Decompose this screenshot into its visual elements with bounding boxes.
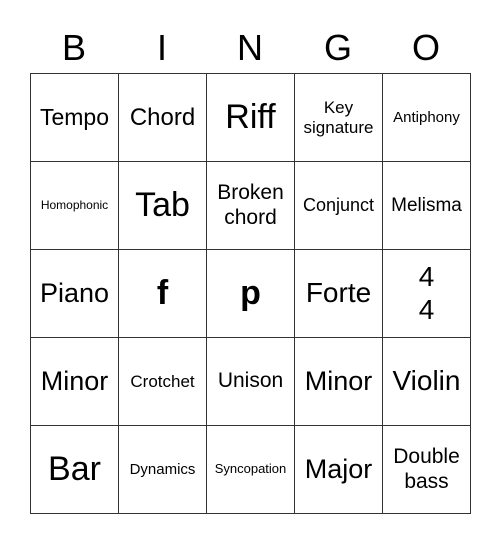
cell-text: Violin: [392, 365, 461, 397]
cell-text: Forte: [305, 277, 372, 309]
bingo-cell: Antiphony: [383, 74, 471, 162]
bingo-cell: Melisma: [383, 162, 471, 250]
cell-text: Minor: [304, 365, 373, 396]
cell-text: Key signature: [303, 97, 374, 137]
cell-text: Double bass: [393, 445, 460, 493]
cell-text: Syncopation: [214, 461, 287, 477]
bingo-cell: Piano: [31, 250, 119, 338]
header-letter: B: [61, 27, 86, 68]
cell-text: Conjunct: [302, 195, 375, 216]
cell-text: 4 4: [418, 261, 435, 325]
bingo-cell: Tab: [119, 162, 207, 250]
bingo-cell: Bar: [31, 426, 119, 514]
header-letter: G: [323, 27, 352, 68]
cell-text: Chord: [129, 103, 196, 131]
cell-text: Antiphony: [393, 108, 460, 126]
cell-text: Piano: [39, 277, 110, 308]
cell-text: Unison: [217, 369, 284, 393]
bingo-cell: Violin: [383, 338, 471, 426]
cell-text: Tab: [135, 185, 190, 224]
cell-text: Homophonic: [40, 197, 109, 212]
cell-text: Bar: [48, 449, 101, 488]
bingo-cell: Minor: [295, 338, 383, 426]
header-letter: N: [237, 27, 263, 68]
bingo-cell: Syncopation: [207, 426, 295, 514]
cell-text: Major: [304, 453, 373, 484]
header-letter: I: [156, 27, 167, 68]
header-letter: O: [411, 27, 440, 68]
bingo-cell: Double bass: [383, 426, 471, 514]
bingo-cell: p: [207, 250, 295, 338]
bingo-cell: f: [119, 250, 207, 338]
bingo-cell: Minor: [31, 338, 119, 426]
cell-text: Crotchet: [130, 371, 195, 391]
bingo-cell: Dynamics: [119, 426, 207, 514]
bingo-cell: Forte: [295, 250, 383, 338]
cell-text: f: [156, 273, 169, 312]
bingo-cell: Conjunct: [295, 162, 383, 250]
bingo-grid: Tempo Chord Riff Key signature Antiphony Homo…: [30, 73, 471, 514]
bingo-cell: Tempo: [31, 74, 119, 162]
cell-text: Minor: [40, 365, 109, 396]
bingo-cell: Broken chord: [207, 162, 295, 250]
bingo-cell: Chord: [119, 74, 207, 162]
bingo-cell: Major: [295, 426, 383, 514]
cell-text: p: [240, 273, 261, 312]
bingo-cell: Key signature: [295, 74, 383, 162]
cell-text: Riff: [225, 97, 276, 136]
bingo-header: B I N G O: [30, 26, 470, 70]
bingo-cell: Riff: [207, 74, 295, 162]
bingo-cell: Homophonic: [31, 162, 119, 250]
bingo-cell: 4 4: [383, 250, 471, 338]
cell-text: Melisma: [391, 194, 462, 216]
bingo-cell: Crotchet: [119, 338, 207, 426]
cell-text: Broken chord: [217, 181, 284, 229]
cell-text: Dynamics: [129, 460, 196, 478]
bingo-cell: Unison: [207, 338, 295, 426]
cell-text: Tempo: [39, 104, 110, 131]
